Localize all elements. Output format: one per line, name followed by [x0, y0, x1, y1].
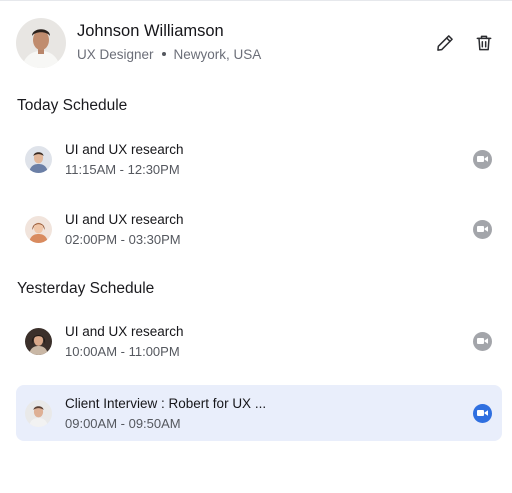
edit-button[interactable]: [431, 29, 459, 57]
schedule-item-selected[interactable]: Client Interview : Robert for UX ... 09:…: [16, 385, 502, 441]
schedule-item[interactable]: UI and UX research 10:00AM - 11:00PM: [16, 313, 502, 369]
event-time: 02:00PM - 03:30PM: [65, 231, 181, 247]
schedule-item[interactable]: UI and UX research 02:00PM - 03:30PM: [16, 201, 502, 257]
video-call-button[interactable]: [473, 219, 492, 239]
separator-dot: [161, 52, 166, 56]
attendee-avatar: [25, 145, 52, 173]
profile-header: Johnson Williamson UX Designer Newyork, …: [16, 17, 498, 69]
top-divider: [0, 0, 512, 1]
event-title: Client Interview : Robert for UX ...: [65, 395, 267, 411]
video-camera-icon: [477, 226, 488, 232]
video-call-button[interactable]: [473, 149, 492, 169]
attendee-avatar: [25, 399, 52, 427]
trash-icon: [476, 35, 492, 51]
today-schedule-heading: Today Schedule: [17, 97, 128, 114]
pencil-icon: [437, 35, 453, 51]
event-title: UI and UX research: [65, 141, 184, 157]
schedule-item[interactable]: UI and UX research 11:15AM - 12:30PM: [16, 131, 502, 187]
video-camera-icon: [477, 338, 488, 344]
delete-button[interactable]: [470, 29, 498, 57]
video-camera-icon: [477, 156, 488, 162]
profile-avatar: [16, 18, 66, 68]
event-time: 09:00AM - 09:50AM: [65, 415, 181, 431]
event-time: 11:15AM - 12:30PM: [65, 161, 180, 177]
attendee-avatar: [25, 327, 52, 355]
event-time: 10:00AM - 11:00PM: [65, 343, 180, 359]
attendee-avatar: [25, 215, 52, 243]
profile-name: Johnson Williamson: [77, 21, 224, 40]
profile-role: UX Designer: [77, 46, 154, 62]
video-camera-icon: [477, 410, 488, 416]
video-call-button[interactable]: [473, 331, 492, 351]
event-title: UI and UX research: [65, 323, 184, 339]
profile-location: Newyork, USA: [173, 46, 262, 62]
yesterday-schedule-heading: Yesterday Schedule: [17, 280, 155, 297]
video-call-button[interactable]: [473, 403, 492, 423]
event-title: UI and UX research: [65, 211, 184, 227]
